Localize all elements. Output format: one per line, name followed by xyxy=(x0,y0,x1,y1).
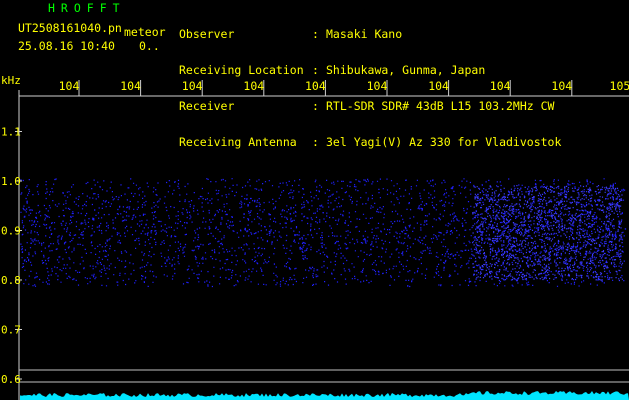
separator: : xyxy=(312,135,319,149)
receiver-value: RTL-SDR SDR# 43dB L15 103.2MHz CW xyxy=(326,99,555,113)
location-value: Shibukawa, Gunma, Japan xyxy=(326,63,486,77)
header-labels: Observer Receiving Location Receiver Rec… xyxy=(179,4,304,160)
separator: : xyxy=(312,27,319,41)
freq-tick-label: 0.7 xyxy=(1,324,21,337)
location-label: Receiving Location xyxy=(179,63,304,77)
antenna-label: Receiving Antenna xyxy=(179,135,297,149)
header-separators: : : : : xyxy=(312,4,326,160)
antenna-value: 3el Yagi(V) Az 330 for Vladivostok xyxy=(326,135,562,149)
separator: : xyxy=(312,99,319,113)
freq-tick-label: 1.1 xyxy=(1,126,21,139)
freq-tick-label: 0.9 xyxy=(1,225,21,238)
date-time: 25.08.16 10:40 xyxy=(18,39,115,53)
mode-label: meteor xyxy=(124,25,166,39)
noise-band-dense xyxy=(472,185,624,282)
separator: : xyxy=(312,63,319,77)
freq-tick-label: 1.0 xyxy=(1,175,21,188)
file-name: UT2508161040.pn xyxy=(18,21,122,35)
baseline-strip xyxy=(20,391,629,400)
header-values: Masaki Kano Shibukawa, Gunma, Japan RTL-… xyxy=(326,4,561,160)
freq-tick-label: 0.6 xyxy=(1,373,21,386)
y-axis-unit: kHz xyxy=(1,74,21,87)
time-tick-label: 104 xyxy=(59,79,80,93)
observer-label: Observer xyxy=(179,27,235,41)
app-title: HROFFT xyxy=(48,1,126,15)
freq-tick-label: 0.8 xyxy=(1,274,21,287)
observer-value: Masaki Kano xyxy=(326,27,403,41)
receiver-label: Receiver xyxy=(179,99,235,113)
time-tick-label: 1050 xyxy=(610,79,629,93)
time-tick-label: 104 xyxy=(120,79,141,93)
counter-text: 0.. xyxy=(139,39,160,53)
